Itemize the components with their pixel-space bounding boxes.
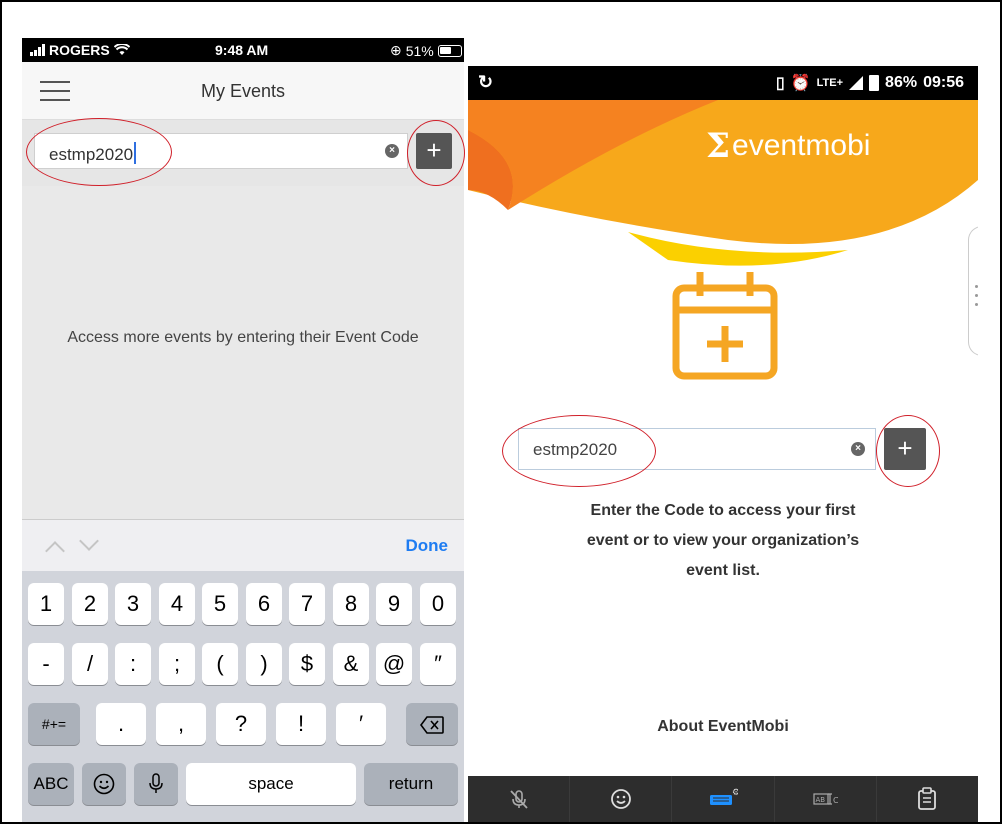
clipboard-button[interactable] (877, 776, 978, 822)
keyboard-icon: ⚙ (710, 788, 738, 805)
battery-percent: 51% (405, 42, 434, 59)
keyboard-toolbar: ⚙ AB C (468, 776, 978, 822)
backspace-key[interactable] (406, 703, 458, 745)
ios-screen: ROGERS 9:48 AM ⊕ 51% My Events estmp2020… (22, 38, 464, 822)
text-caret (134, 142, 137, 164)
key[interactable]: 7 (289, 583, 325, 625)
page-title: My Events (200, 81, 286, 101)
side-handle[interactable] (968, 226, 978, 356)
key[interactable]: 6 (246, 583, 282, 625)
symbols-key[interactable]: #+= (28, 703, 80, 745)
battery-icon (869, 75, 880, 91)
add-event-button[interactable]: + (884, 428, 926, 470)
key[interactable]: - (28, 643, 64, 685)
event-code-value: estmp2020 (533, 440, 618, 459)
key[interactable]: 4 (159, 583, 195, 625)
vibrate-icon: ▯ (775, 75, 785, 92)
add-event-button[interactable]: + (416, 133, 452, 169)
key[interactable]: $ (289, 643, 325, 685)
ios-nav-header: My Events (22, 62, 464, 120)
signal-icon (30, 44, 45, 56)
key[interactable]: / (72, 643, 108, 685)
network-type: LTE+ (816, 77, 844, 89)
wifi-icon (113, 44, 130, 55)
svg-text:C: C (833, 796, 838, 805)
svg-text:⚙: ⚙ (732, 788, 738, 798)
key[interactable]: & (333, 643, 369, 685)
logo-mark: Σ (706, 126, 731, 166)
key[interactable]: 9 (376, 583, 412, 625)
calendar-plus-icon (672, 272, 778, 380)
abc-key[interactable]: ABC (28, 763, 74, 805)
android-clock: 09:56 (923, 74, 964, 91)
key[interactable]: 5 (202, 583, 238, 625)
key[interactable]: ) (246, 643, 282, 685)
emoji-icon (610, 789, 631, 809)
event-code-bar: estmp2020 × + (22, 120, 464, 186)
emoji-key[interactable] (82, 763, 126, 805)
key[interactable]: : (115, 643, 151, 685)
chevron-down-icon[interactable] (79, 531, 99, 551)
key[interactable]: , (156, 703, 206, 745)
empty-hint: Access more events by entering their Eve… (67, 329, 419, 346)
space-key[interactable]: space (186, 763, 356, 805)
instructions-line: event or to view your organization’s (586, 532, 860, 549)
key[interactable]: ; (159, 643, 195, 685)
eventmobi-logo: Σ eventmobi (706, 126, 870, 166)
microphone-icon (149, 773, 163, 793)
key[interactable]: . (96, 703, 146, 745)
key[interactable]: @ (376, 643, 412, 685)
ios-status-bar: ROGERS 9:48 AM ⊕ 51% (22, 38, 464, 62)
logo-text: eventmobi (732, 129, 871, 162)
rotate-icon: ↻ (478, 72, 494, 92)
event-code-input[interactable]: estmp2020 × (34, 133, 408, 169)
chevron-up-icon[interactable] (45, 541, 65, 561)
battery-percent: 86% (885, 74, 918, 91)
key[interactable]: ″ (420, 643, 456, 685)
events-empty-area: Access more events by entering their Eve… (22, 186, 464, 519)
event-code-value: estmp2020 (49, 145, 134, 164)
done-button[interactable]: Done (406, 536, 449, 556)
dictation-key[interactable] (134, 763, 178, 805)
battery-icon (437, 44, 462, 57)
key[interactable]: ? (216, 703, 266, 745)
alarm-icon: ⊕ (390, 42, 402, 58)
key[interactable]: 8 (333, 583, 369, 625)
clipboard-icon (918, 787, 937, 810)
carrier: ROGERS (30, 42, 130, 58)
clear-icon[interactable]: × (851, 442, 865, 456)
keyboard-button[interactable]: ⚙ (672, 776, 775, 822)
key[interactable]: ′ (336, 703, 386, 745)
instructions-line: Enter the Code to access your first (590, 502, 856, 519)
alarm-icon: ⏰ (790, 75, 811, 92)
key[interactable]: ( (202, 643, 238, 685)
emoji-icon (93, 773, 115, 795)
android-screen: ↻ ▯ ⏰ LTE+ 86% 09:56 Σ eventmobi estmp20… (468, 66, 978, 822)
svg-text:AB: AB (816, 796, 826, 804)
instructions-line: event list. (686, 562, 760, 579)
emoji-button[interactable] (570, 776, 673, 822)
key[interactable]: ! (276, 703, 326, 745)
backspace-icon (420, 716, 444, 734)
key[interactable]: 3 (115, 583, 151, 625)
android-status-bar: ↻ ▯ ⏰ LTE+ 86% 09:56 (468, 66, 978, 100)
key[interactable]: 2 (72, 583, 108, 625)
mic-off-icon (509, 790, 528, 809)
ios-clock: 9:48 AM (215, 42, 269, 58)
event-code-input[interactable]: estmp2020 × (518, 428, 876, 470)
about-link[interactable]: About EventMobi (468, 718, 978, 736)
clear-icon[interactable]: × (385, 144, 399, 158)
ios-keyboard: 1 2 3 4 5 6 7 8 9 0 - / : ; ( ) $ & @ ″ … (22, 571, 464, 822)
keyboard-accessory-bar: Done (22, 519, 464, 571)
key[interactable]: 1 (28, 583, 64, 625)
instructions-text: Enter the Code to access your first even… (468, 496, 978, 586)
battery: ⊕ 51% (390, 42, 462, 59)
return-key[interactable]: return (364, 763, 458, 805)
text-scan-icon: AB C (813, 793, 838, 805)
text-recognition-button[interactable]: AB C (775, 776, 877, 822)
signal-icon (849, 76, 864, 90)
key[interactable]: 0 (420, 583, 456, 625)
carrier-name: ROGERS (49, 42, 110, 58)
mic-off-button[interactable] (468, 776, 571, 822)
